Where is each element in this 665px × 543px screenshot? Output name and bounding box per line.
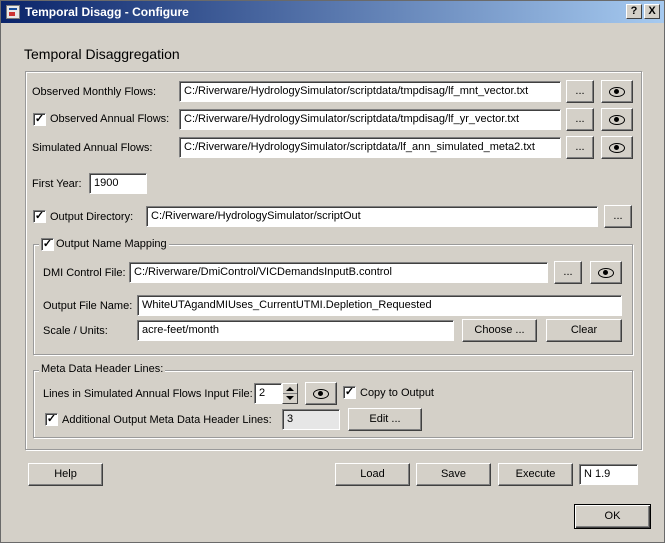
output-file-name-input[interactable]: WhiteUTAgandMIUses_CurrentUTMI.Depletion… — [137, 295, 622, 316]
dmi-control-file-input[interactable]: C:/Riverware/DmiControl/VICDemandsInputB… — [129, 262, 548, 283]
dmi-control-file-label: DMI Control File: — [43, 267, 126, 279]
dmi-control-file-browse-button[interactable]: ... — [554, 261, 582, 284]
additional-header-lines-input[interactable]: 3 — [282, 409, 340, 430]
first-year-label: First Year: — [32, 178, 82, 190]
help-button[interactable]: Help — [28, 463, 103, 486]
clear-units-button[interactable]: Clear — [546, 319, 622, 342]
observed-monthly-view-button[interactable] — [601, 80, 633, 103]
execute-button[interactable]: Execute — [498, 463, 573, 486]
scale-units-label: Scale / Units: — [43, 325, 108, 337]
eye-icon — [609, 115, 625, 125]
observed-annual-input[interactable]: C:/Riverware/HydrologySimulator/scriptda… — [179, 109, 561, 130]
configure-dialog: Temporal Disagg - Configure ? X Temporal… — [0, 0, 665, 543]
observed-monthly-browse-button[interactable]: ... — [566, 80, 594, 103]
lines-in-input-file-input[interactable]: 2 — [254, 383, 282, 404]
simulated-annual-view-button[interactable] — [601, 136, 633, 159]
simulated-annual-browse-button[interactable]: ... — [566, 136, 594, 159]
n-value-field[interactable]: N 1.9 — [579, 464, 638, 485]
output-name-mapping-title-text: Output Name Mapping — [56, 238, 167, 250]
additional-header-lines-checkbox[interactable]: ✓ — [45, 413, 58, 426]
observed-monthly-input[interactable]: C:/Riverware/HydrologySimulator/scriptda… — [179, 81, 561, 102]
lines-spinner[interactable] — [282, 383, 298, 404]
spinner-down-icon[interactable] — [286, 396, 294, 400]
output-name-mapping-checkbox[interactable]: ✓ — [41, 238, 54, 251]
first-year-input[interactable]: 1900 — [89, 173, 147, 194]
load-button[interactable]: Load — [335, 463, 410, 486]
output-directory-input[interactable]: C:/Riverware/HydrologySimulator/scriptOu… — [146, 206, 598, 227]
observed-annual-label: Observed Annual Flows: — [50, 113, 170, 125]
simulated-annual-input[interactable]: C:/Riverware/HydrologySimulator/scriptda… — [179, 137, 561, 158]
eye-icon — [598, 268, 614, 278]
scale-units-input[interactable]: acre-feet/month — [137, 320, 454, 341]
window-title: Temporal Disagg - Configure — [25, 5, 189, 19]
output-file-name-label: Output File Name: — [43, 300, 133, 312]
help-title-button[interactable]: ? — [626, 4, 642, 19]
lines-in-input-file-label: Lines in Simulated Annual Flows Input Fi… — [43, 388, 253, 400]
meta-data-title: Meta Data Header Lines: — [39, 363, 166, 375]
copy-to-output-label: Copy to Output — [360, 387, 434, 399]
spinner-up-icon[interactable] — [286, 387, 294, 391]
eye-icon — [609, 143, 625, 153]
output-directory-label: Output Directory: — [50, 211, 134, 223]
copy-to-output-checkbox[interactable]: ✓ — [343, 386, 356, 399]
spinner-divider — [283, 393, 297, 394]
observed-annual-browse-button[interactable]: ... — [566, 108, 594, 131]
eye-icon — [313, 389, 329, 399]
title-bar: Temporal Disagg - Configure ? X — [1, 1, 664, 23]
page-heading: Temporal Disaggregation — [24, 46, 180, 62]
choose-units-button[interactable]: Choose ... — [462, 319, 537, 342]
simulated-annual-label: Simulated Annual Flows: — [32, 142, 153, 154]
observed-annual-view-button[interactable] — [601, 108, 633, 131]
observed-annual-checkbox[interactable]: ✓ — [33, 113, 46, 126]
output-name-mapping-title: Output Name Mapping — [39, 238, 169, 250]
app-icon — [6, 5, 20, 19]
output-directory-browse-button[interactable]: ... — [604, 205, 632, 228]
observed-monthly-label: Observed Monthly Flows: — [32, 86, 157, 98]
edit-header-lines-button[interactable]: Edit ... — [348, 408, 422, 431]
close-button[interactable]: X — [644, 4, 660, 19]
dmi-control-file-view-button[interactable] — [590, 261, 622, 284]
additional-header-lines-label: Additional Output Meta Data Header Lines… — [62, 414, 272, 426]
ok-button[interactable]: OK — [574, 504, 651, 529]
eye-icon — [609, 87, 625, 97]
output-directory-checkbox[interactable]: ✓ — [33, 210, 46, 223]
meta-data-view-button[interactable] — [305, 382, 337, 405]
save-button[interactable]: Save — [416, 463, 491, 486]
